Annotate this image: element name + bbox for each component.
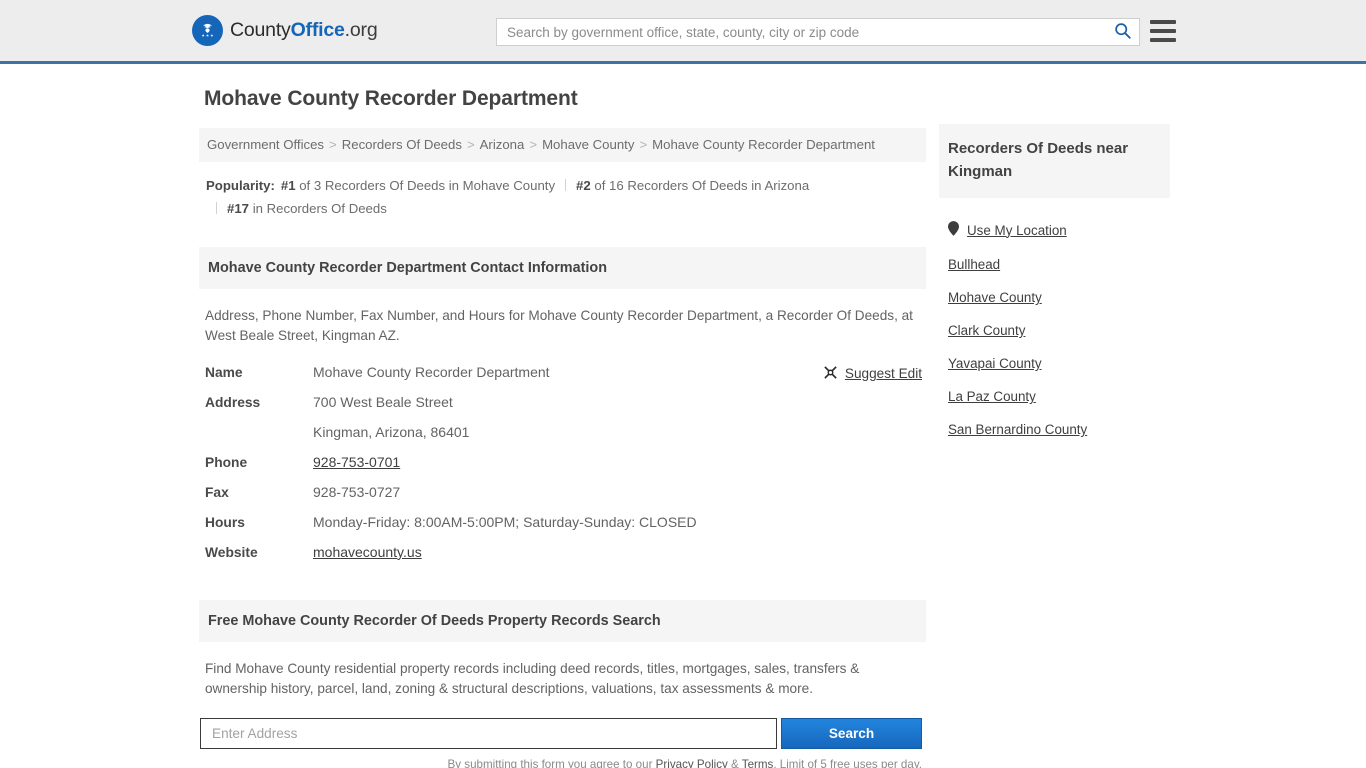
edit-pencil-icon xyxy=(823,365,838,383)
nearby-link-label: San Bernardino County xyxy=(948,422,1088,437)
use-my-location-link[interactable]: Use My Location xyxy=(939,212,1170,248)
popularity-rank: #2 xyxy=(576,178,591,194)
breadcrumb-item-arizona[interactable]: Arizona xyxy=(480,137,525,152)
menu-button[interactable] xyxy=(1150,20,1176,42)
suggest-edit-button[interactable]: Suggest Edit xyxy=(823,365,922,383)
site-header: CountyOffice.org xyxy=(0,0,1366,64)
popularity-item-national: #17 in Recorders Of Deeds xyxy=(227,201,387,216)
popularity-item-county: #1 of 3 Recorders Of Deeds in Mohave Cou… xyxy=(281,178,555,193)
nearby-sidebar: Recorders Of Deeds near Kingman Use My L… xyxy=(939,124,1170,446)
main-column: Mohave County Recorder Department Govern… xyxy=(199,87,926,768)
contact-value: 700 West Beale Street xyxy=(313,393,453,410)
breadcrumb-separator: > xyxy=(529,137,538,152)
hamburger-bar-3 xyxy=(1150,38,1176,42)
terms-link[interactable]: Terms xyxy=(742,758,774,768)
contact-key: Phone xyxy=(205,454,248,470)
nearby-link-clark-county[interactable]: Clark County xyxy=(939,314,1170,347)
privacy-policy-link[interactable]: Privacy Policy xyxy=(656,758,728,768)
site-logo-text: CountyOffice.org xyxy=(230,19,378,42)
contact-row-name: Name Mohave County Recorder Department xyxy=(199,364,926,394)
contact-row-hours: Hours Monday-Friday: 8:00AM-5:00PM; Satu… xyxy=(199,514,926,544)
contact-details-table: Suggest Edit Name Mohave County Recorder… xyxy=(199,364,926,574)
map-pin-icon xyxy=(948,221,959,239)
contact-value: Monday-Friday: 8:00AM-5:00PM; Saturday-S… xyxy=(313,513,697,530)
nearby-links-list: Use My Location Bullhead Mohave County C… xyxy=(939,212,1170,446)
contact-key: Name xyxy=(205,364,243,380)
contact-value: mohavecounty.us xyxy=(313,544,422,560)
breadcrumb-item-recorders-of-deeds[interactable]: Recorders Of Deeds xyxy=(342,137,462,152)
contact-section-heading: Mohave County Recorder Department Contac… xyxy=(199,246,926,289)
breadcrumb-separator: > xyxy=(639,137,648,152)
contact-row-address: Address 700 West Beale Street xyxy=(199,394,926,424)
popularity-rank: #17 xyxy=(227,201,250,217)
nearby-link-la-paz-county[interactable]: La Paz County xyxy=(939,380,1170,413)
contact-row-phone: Phone 928-753-0701 xyxy=(199,454,926,484)
search-icon xyxy=(1114,22,1131,42)
nearby-link-label: La Paz County xyxy=(948,389,1036,404)
popularity-text: in Recorders Of Deeds xyxy=(252,201,387,217)
hamburger-bar-2 xyxy=(1150,29,1176,33)
contact-value: Mohave County Recorder Department xyxy=(313,363,550,380)
breadcrumb-item-mohave-county[interactable]: Mohave County xyxy=(542,137,634,152)
property-records-search-form: Search xyxy=(199,718,926,750)
contact-value: 928-753-0701 xyxy=(313,454,400,470)
breadcrumb-separator: > xyxy=(329,137,337,152)
logo-word-county: County xyxy=(230,19,291,41)
nearby-link-mohave-county[interactable]: Mohave County xyxy=(939,281,1170,314)
records-section-description: Find Mohave County residential property … xyxy=(205,660,860,697)
logo-tld: .org xyxy=(344,19,378,41)
page-title: Mohave County Recorder Department xyxy=(204,87,578,110)
contact-value: 928-753-0727 xyxy=(313,483,401,500)
nearby-heading: Recorders Of Deeds near Kingman xyxy=(939,124,1170,198)
disclaimer-text-before: By submitting this form you agree to our xyxy=(447,758,656,768)
logo-word-office: Office xyxy=(290,19,345,41)
records-section-heading: Free Mohave County Recorder Of Deeds Pro… xyxy=(199,599,926,642)
nearby-link-yavapai-county[interactable]: Yavapai County xyxy=(939,347,1170,380)
popularity-rank: #1 xyxy=(280,178,296,194)
popularity-text: of 16 Recorders Of Deeds in Arizona xyxy=(594,178,810,194)
breadcrumb-item-current: Mohave County Recorder Department xyxy=(652,137,875,152)
hamburger-bar-1 xyxy=(1150,20,1176,24)
popularity-divider xyxy=(216,202,217,215)
popularity-row: Popularity: #1 of 3 Recorders Of Deeds in… xyxy=(206,175,926,220)
popularity-divider xyxy=(565,179,567,192)
contact-row-address-line2: Kingman, Arizona, 86401 xyxy=(199,424,926,454)
nearby-link-label: Mohave County xyxy=(948,290,1042,305)
disclaimer-amp: & xyxy=(727,758,742,768)
phone-link[interactable]: 928-753-0701 xyxy=(313,454,400,470)
nearby-link-label: Bullhead xyxy=(948,257,1001,272)
global-search-input[interactable] xyxy=(497,19,1105,45)
contact-value: Kingman, Arizona, 86401 xyxy=(313,423,470,440)
contact-key: Hours xyxy=(205,514,245,530)
contact-row-website: Website mohavecounty.us xyxy=(199,544,926,574)
contact-row-fax: Fax 928-753-0727 xyxy=(199,484,926,514)
property-search-button[interactable]: Search xyxy=(781,718,922,750)
breadcrumb-item-government-offices[interactable]: Government Offices xyxy=(207,137,324,152)
suggest-edit-label: Suggest Edit xyxy=(844,366,922,382)
breadcrumb-separator: > xyxy=(466,137,475,152)
disclaimer-text-after: . Limit of 5 free uses per day. xyxy=(773,758,922,768)
website-link[interactable]: mohavecounty.us xyxy=(313,544,422,560)
global-search-bar xyxy=(496,18,1140,46)
contact-section-description: Address, Phone Number, Fax Number, and H… xyxy=(205,307,913,344)
nearby-link-label: Clark County xyxy=(948,323,1026,338)
breadcrumb: Government Offices > Recorders Of Deeds > Ar… xyxy=(199,128,926,163)
popularity-text: of 3 Recorders Of Deeds in Mohave County xyxy=(299,178,556,194)
nearby-link-label: Yavapai County xyxy=(948,356,1042,371)
form-disclaimer: By submitting this form you agree to our… xyxy=(199,758,926,768)
countyoffice-emblem-icon xyxy=(192,15,223,46)
global-search-button[interactable] xyxy=(1105,19,1139,45)
contact-key: Website xyxy=(205,544,258,560)
nearby-link-san-bernardino-county[interactable]: San Bernardino County xyxy=(939,413,1170,446)
contact-key: Address xyxy=(205,394,261,410)
site-logo[interactable]: CountyOffice.org xyxy=(192,15,378,46)
popularity-label: Popularity: xyxy=(206,178,275,194)
contact-key: Fax xyxy=(205,484,229,500)
nearby-link-bullhead[interactable]: Bullhead xyxy=(939,248,1170,281)
popularity-item-state: #2 of 16 Recorders Of Deeds in Arizona xyxy=(576,178,809,193)
nearby-link-label: Use My Location xyxy=(967,222,1067,238)
address-input[interactable] xyxy=(200,718,777,750)
